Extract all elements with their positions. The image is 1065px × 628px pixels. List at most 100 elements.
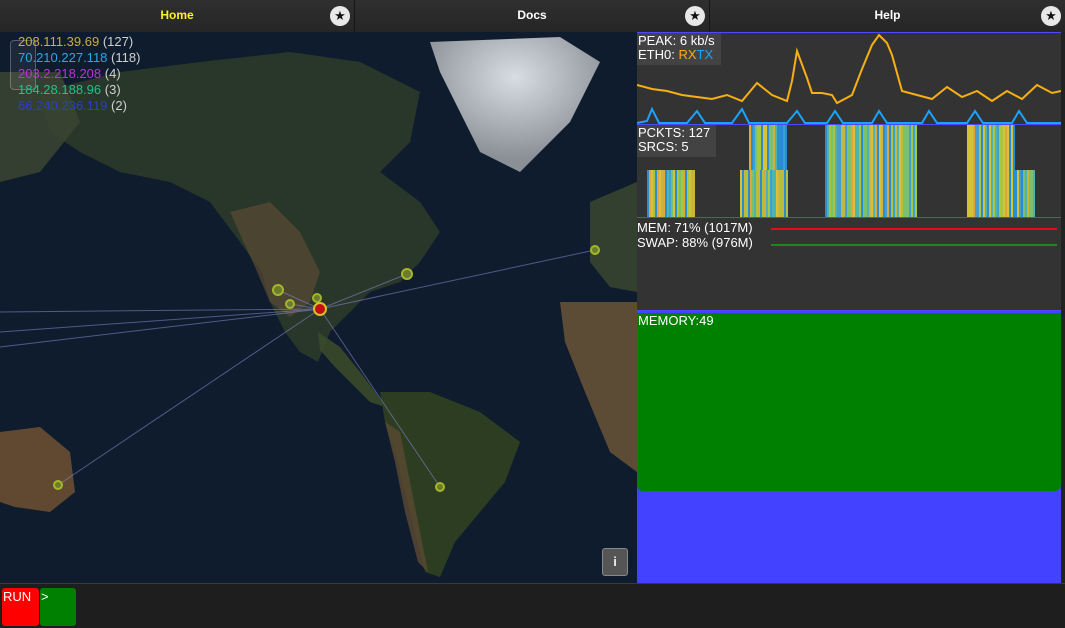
packet-stripe: [907, 125, 909, 217]
world-map[interactable]: 208.111.39.69 (127) 70.210.227.118 (118)…: [0, 32, 637, 583]
packet-stripe: [1007, 125, 1009, 217]
ip-source-row: 184.28.188.96 (3): [18, 82, 140, 98]
packet-stripe: [781, 125, 783, 170]
ip-count: (4): [104, 66, 121, 81]
packet-stripe: [1015, 170, 1017, 217]
memory-readout: MEM: 71% (1017M) SWAP: 88% (976M): [637, 220, 757, 250]
packet-stripe: [827, 125, 829, 217]
packet-stripe: [903, 125, 905, 217]
panel-edge: [1061, 32, 1065, 628]
info-button[interactable]: i: [602, 548, 628, 576]
packet-stripe: [1001, 125, 1003, 217]
packet-stripe: [762, 170, 764, 217]
packet-stripe: [905, 125, 907, 217]
packet-stripe: [833, 125, 835, 217]
packet-stripe: [873, 125, 875, 217]
packet-stripe: [669, 170, 671, 217]
packet-stripe: [667, 170, 669, 217]
ip-source-list: 208.111.39.69 (127) 70.210.227.118 (118)…: [18, 34, 140, 114]
packet-stripe: [835, 125, 837, 217]
network-traffic-panel: PEAK: 6 kb/s ETH0: RXTX: [637, 32, 1061, 125]
packet-stripe: [841, 125, 843, 217]
packet-stripe: [869, 125, 871, 217]
packet-stripe: [671, 170, 673, 217]
packet-stripe: [851, 125, 853, 217]
packet-stripe: [659, 170, 661, 217]
packet-stripe: [831, 125, 833, 217]
star-icon[interactable]: ★: [330, 6, 350, 26]
packet-stripe: [967, 125, 969, 217]
packet-stripe: [1011, 125, 1013, 217]
packet-stripe: [849, 125, 851, 217]
packet-stripe: [649, 170, 651, 217]
packet-stripe: [683, 170, 685, 217]
packet-stripe: [915, 125, 917, 217]
packet-stripe: [765, 125, 767, 170]
packet-stripe: [989, 125, 991, 217]
packet-stripe: [1023, 170, 1025, 217]
packet-stripe: [977, 125, 979, 217]
peak-label: PEAK: 6 kb/s: [638, 33, 715, 48]
packet-stripe: [853, 125, 855, 217]
packet-stripe: [783, 125, 785, 170]
packet-stripe: [969, 125, 971, 217]
network-readout: PEAK: 6 kb/s ETH0: RXTX: [637, 33, 721, 65]
packet-stripe: [764, 170, 766, 217]
packet-stripe: [769, 125, 771, 170]
packet-stripe: [744, 170, 746, 217]
packets-readout: PCKTS: 127 SRCS: 5: [637, 125, 717, 157]
packet-stripe: [843, 125, 845, 217]
packet-stripe: [883, 125, 885, 217]
packet-stripe: [785, 125, 787, 170]
packet-stripe: [871, 125, 873, 217]
tab-home-label: Home: [160, 8, 194, 22]
packet-stripe: [748, 170, 750, 217]
prompt-button[interactable]: >: [40, 588, 76, 626]
packet-stripe: [901, 125, 903, 217]
packet-stripe: [909, 125, 911, 217]
tab-docs-label: Docs: [517, 8, 547, 22]
packet-stripe: [775, 125, 777, 170]
packet-stripe: [859, 125, 861, 217]
packet-stripe: [829, 125, 831, 217]
packet-stripe: [993, 125, 995, 217]
packet-stripe: [973, 125, 975, 217]
memory-usage-panel: MEM: 71% (1017M) SWAP: 88% (976M): [637, 218, 1061, 311]
star-icon[interactable]: ★: [685, 6, 705, 26]
packet-stripe: [771, 125, 773, 170]
packet-stripe: [780, 170, 782, 217]
ip-source-row: 208.111.39.69 (127): [18, 34, 140, 50]
packet-stripe: [653, 170, 655, 217]
tab-docs[interactable]: Docs ★: [355, 0, 710, 32]
ip-source-row: 203.2.218.208 (4): [18, 66, 140, 82]
tx-label: TX: [696, 47, 714, 62]
tx-line: [637, 106, 1061, 124]
packet-stripe: [1025, 170, 1027, 217]
packet-stripe: [663, 170, 665, 217]
packet-stripe: [657, 170, 659, 217]
packet-stripe: [985, 125, 987, 217]
packet-stripe: [981, 125, 983, 217]
memory-label: MEMORY:49: [638, 313, 714, 328]
packet-stripe: [752, 170, 754, 217]
packet-stripe: [1013, 125, 1015, 217]
tab-home[interactable]: Home ★: [0, 0, 355, 32]
ip-address: 70.210.227.118: [18, 50, 108, 65]
ip-source-row: 66.240.236.119 (2): [18, 98, 140, 114]
packet-stripe: [773, 125, 775, 170]
ip-count: (2): [111, 98, 127, 113]
packet-stripe: [855, 125, 857, 217]
packet-stripe: [651, 170, 653, 217]
tab-help[interactable]: Help ★: [710, 0, 1065, 32]
packet-stripe: [777, 125, 779, 170]
packet-stripe: [897, 125, 899, 217]
run-button[interactable]: RUN: [2, 588, 39, 626]
packet-stripe: [761, 125, 763, 170]
star-icon[interactable]: ★: [1041, 6, 1061, 26]
packet-stripe: [770, 170, 772, 217]
packet-stripe: [689, 170, 691, 217]
packet-stripe: [779, 125, 781, 170]
packet-stripe: [911, 125, 913, 217]
packet-stripe: [839, 125, 841, 217]
packet-stripe: [845, 125, 847, 217]
